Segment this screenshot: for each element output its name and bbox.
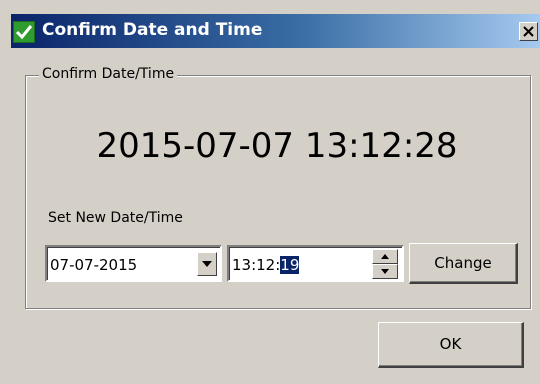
close-button[interactable]: [519, 22, 538, 41]
spin-down-icon: [381, 269, 389, 274]
group-legend: Confirm Date/Time: [39, 66, 178, 82]
ok-button[interactable]: OK: [378, 322, 524, 368]
time-value[interactable]: 13:12:19: [232, 256, 300, 274]
time-spin-down-button[interactable]: [372, 264, 398, 279]
title-bar[interactable]: Confirm Date and Time: [11, 14, 540, 48]
date-dropdown-button[interactable]: [197, 252, 217, 276]
time-spin-up-button[interactable]: [372, 249, 398, 264]
chevron-down-icon: [202, 261, 212, 267]
close-icon: [523, 26, 534, 37]
time-selected-seconds[interactable]: 19: [280, 256, 300, 274]
checkmark-icon: [13, 21, 35, 43]
dialog-window: Confirm Date and Time Confirm Date/Time …: [0, 0, 540, 384]
set-new-datetime-label: Set New Date/Time: [48, 210, 183, 226]
date-value: 07-07-2015: [50, 256, 138, 274]
time-prefix: 13:12:: [232, 256, 281, 274]
spin-up-icon: [381, 254, 389, 259]
time-field[interactable]: 13:12:19: [227, 245, 404, 282]
window-title: Confirm Date and Time: [42, 20, 263, 40]
date-combo[interactable]: 07-07-2015: [45, 245, 222, 282]
current-datetime-display: 2015-07-07 13:12:28: [96, 126, 458, 166]
change-button[interactable]: Change: [409, 243, 518, 284]
